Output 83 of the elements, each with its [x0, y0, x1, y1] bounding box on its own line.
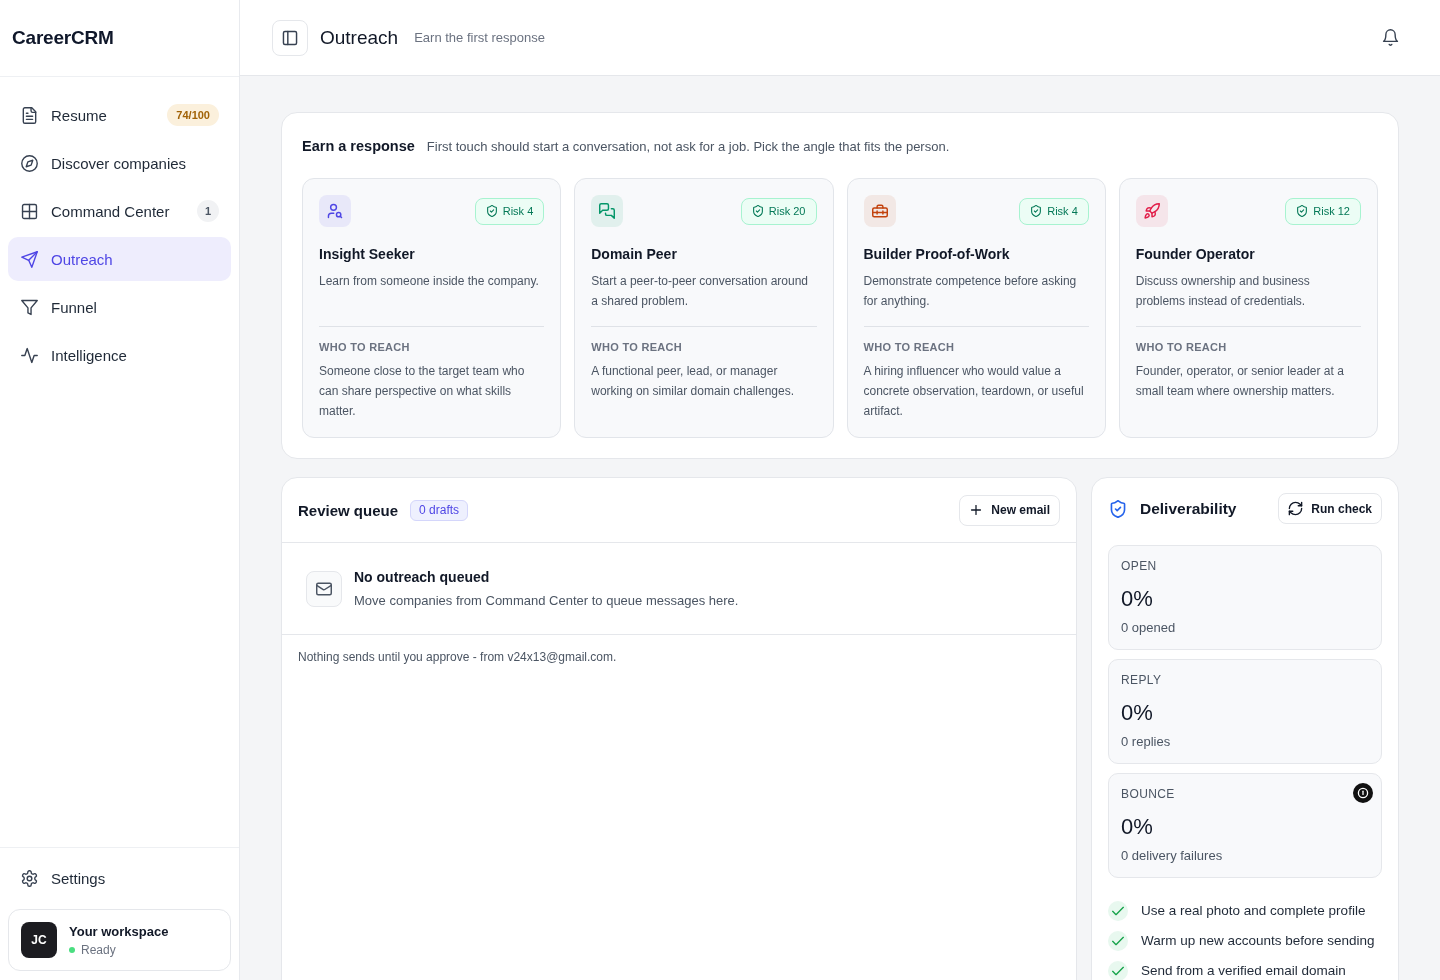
card-title: Insight Seeker	[319, 245, 415, 264]
document-icon	[21, 106, 38, 124]
card-description: Demonstrate competence before asking for anything.	[863, 273, 1078, 310]
metric-value: 0%	[1121, 585, 1153, 613]
settings-item[interactable]: Settings	[8, 854, 231, 902]
status-dot-icon	[69, 947, 75, 953]
reach-description: Founder, operator, or senior leader at a small team where ownership matters.	[1135, 363, 1345, 400]
section-title: Earn a response	[302, 138, 415, 154]
grid-icon	[21, 202, 38, 220]
sidebar-toggle-button[interactable]	[272, 19, 308, 56]
empty-state-title: No outreach queued	[354, 567, 490, 587]
reach-description: Someone close to the target team who can share perspective on what skills matter.	[319, 363, 526, 420]
nav-item[interactable]: Outreach	[8, 237, 231, 281]
notifications-button[interactable]	[1382, 29, 1399, 46]
metric-label: OPEN	[1121, 558, 1157, 574]
metric-value: 0%	[1121, 813, 1153, 841]
info-icon[interactable]	[1353, 783, 1373, 803]
page-subtitle: Earn the first response	[414, 30, 545, 45]
card-description: Learn from someone inside the company.	[319, 273, 540, 290]
funnel-icon	[21, 298, 38, 316]
angle-card[interactable]: Risk 4 Builder Proof-of-Work Demonstrate competence before asking for anything. WHO TO REACH A hiring influencer who would value a concrete observation, teardown, or useful artifact.	[846, 178, 1106, 438]
nav-item[interactable]: Resume 74/100	[8, 93, 231, 137]
metric-detail: 0 delivery failures	[1121, 847, 1223, 865]
nav-item[interactable]: Intelligence	[8, 333, 231, 377]
metric-detail: 0 opened	[1121, 619, 1176, 637]
bell-icon	[1382, 29, 1399, 46]
workspace-card[interactable]: JC Your workspace Ready	[8, 909, 231, 971]
nav-item[interactable]: Command Center 1	[8, 189, 231, 233]
angle-card[interactable]: Risk 4 Insight Seeker Learn from someone inside the company. WHO TO REACH Someone close to the target team who can share perspective on what skills matter.	[302, 178, 562, 438]
empty-state-message: Move companies from Command Center to queue messages here.	[354, 591, 739, 610]
panel-title: Review queue	[298, 501, 399, 519]
reach-heading: WHO TO REACH	[591, 340, 683, 355]
risk-label: Risk 4	[1047, 205, 1078, 217]
nav-item[interactable]: Funnel	[8, 285, 231, 329]
plus-icon	[969, 503, 984, 517]
checklist-text: Warm up new accounts before sending	[1141, 932, 1375, 950]
reach-description: A functional peer, lead, or manager working on similar domain challenges.	[591, 363, 795, 400]
shield-check-icon	[751, 205, 764, 217]
refresh-icon	[1288, 501, 1304, 516]
drafts-count: 0 drafts	[410, 499, 469, 521]
reach-heading: WHO TO REACH	[1135, 340, 1227, 355]
count-tag: 1	[196, 200, 219, 222]
paper-plane-icon	[21, 250, 38, 268]
card-title: Founder Operator	[1135, 245, 1255, 264]
panel-title: Deliverability	[1140, 499, 1237, 518]
metric-label: REPLY	[1121, 672, 1162, 688]
reach-heading: WHO TO REACH	[319, 340, 410, 355]
workspace-status: Ready	[81, 942, 116, 958]
score-tag: 74/100	[167, 104, 219, 126]
metric-detail: 0 replies	[1121, 733, 1171, 751]
risk-label: Risk 4	[502, 205, 534, 217]
reach-description: A hiring influencer who would value a concrete observation, teardown, or useful artifact.	[863, 363, 1085, 420]
metric-label: BOUNCE	[1121, 786, 1175, 802]
metric-value: 0%	[1121, 699, 1153, 727]
risk-label: Risk 12	[1313, 205, 1350, 217]
checklist-text: Send from a verified email domain	[1141, 962, 1346, 980]
workspace-name: Your workspace	[69, 922, 169, 940]
pulse-line-icon	[21, 346, 38, 364]
card-title: Builder Proof-of-Work	[863, 245, 1010, 264]
run-check-button[interactable]: Run check	[1278, 493, 1382, 524]
page-title: Outreach	[320, 26, 399, 49]
sender-note: Nothing sends until you approve - from v24x13@gmail.com.	[298, 650, 617, 664]
angle-card[interactable]: Risk 20 Domain Peer Start a peer-to-peer conversation around a shared problem. WHO TO REACH A functional peer, lead, or manager working on similar domain challenges.	[574, 178, 834, 438]
section-subtitle: First touch should start a conversation, not ask for a job. Pick the angle that fits the person.	[426, 138, 950, 154]
compass-icon	[21, 154, 38, 172]
reach-heading: WHO TO REACH	[863, 340, 955, 355]
new-email-button[interactable]: New email	[959, 494, 1060, 526]
shield-check-icon	[1296, 205, 1309, 217]
card-description: Start a peer-to-peer conversation around a shared problem.	[591, 273, 810, 310]
card-title: Domain Peer	[591, 245, 677, 264]
shield-check-icon	[485, 205, 498, 217]
shield-check-icon	[1030, 205, 1043, 217]
settings-icon	[21, 869, 38, 887]
card-description: Discuss ownership and business problems instead of credentials.	[1135, 273, 1311, 310]
risk-label: Risk 20	[768, 205, 806, 217]
angle-card[interactable]: Risk 12 Founder Operator Discuss ownership and business problems instead of credentials. WHO TO REACH Founder, operator, or senior leader at a small team where ownership matters.	[1118, 178, 1378, 438]
side-panel-icon	[282, 29, 298, 46]
initials-avatar: JC	[21, 922, 57, 958]
checklist-text: Use a real photo and complete profile	[1141, 902, 1366, 920]
shield-check-icon	[1109, 499, 1127, 518]
envelope-icon	[306, 570, 342, 607]
nav-item[interactable]: Discover companies	[8, 141, 231, 185]
app-logo: CareerCRM	[12, 27, 114, 49]
